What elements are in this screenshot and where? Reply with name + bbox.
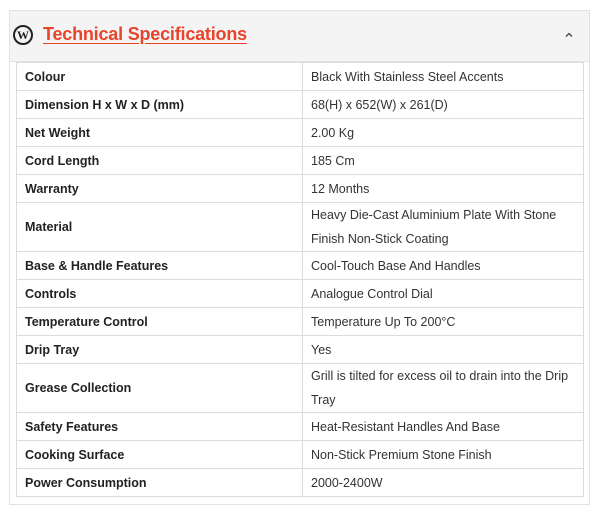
spec-label: Drip Tray <box>17 336 303 364</box>
specifications-panel: W Technical Specifications Colour Black … <box>9 10 590 505</box>
spec-value: 2.00 Kg <box>303 119 584 147</box>
spec-value: Grill is tilted for excess oil to drain … <box>303 364 584 413</box>
spec-value: Temperature Up To 200°C <box>303 308 584 336</box>
table-row: Cord Length 185 Cm <box>17 147 584 175</box>
spec-label: Temperature Control <box>17 308 303 336</box>
table-row: Warranty 12 Months <box>17 175 584 203</box>
spec-value: Heavy Die-Cast Aluminium Plate With Ston… <box>303 203 584 252</box>
spec-value: 68(H) x 652(W) x 261(D) <box>303 91 584 119</box>
brand-logo-icon: W <box>13 25 33 45</box>
spec-label: Safety Features <box>17 413 303 441</box>
chevron-up-icon[interactable] <box>563 29 575 41</box>
table-row: Grease Collection Grill is tilted for ex… <box>17 364 584 413</box>
spec-label: Warranty <box>17 175 303 203</box>
spec-label: Net Weight <box>17 119 303 147</box>
brand-logo-letter: W <box>17 29 29 41</box>
table-row: Temperature Control Temperature Up To 20… <box>17 308 584 336</box>
spec-value: 2000-2400W <box>303 469 584 497</box>
table-row: Base & Handle Features Cool-Touch Base A… <box>17 252 584 280</box>
section-title: Technical Specifications <box>43 24 247 45</box>
table-row: Cooking Surface Non-Stick Premium Stone … <box>17 441 584 469</box>
spec-value: Heat-Resistant Handles And Base <box>303 413 584 441</box>
table-row: Material Heavy Die-Cast Aluminium Plate … <box>17 203 584 252</box>
accordion-header[interactable]: W Technical Specifications <box>10 11 589 62</box>
spec-value: Cool-Touch Base And Handles <box>303 252 584 280</box>
table-row: Drip Tray Yes <box>17 336 584 364</box>
spec-label: Material <box>17 203 303 252</box>
spec-label: Power Consumption <box>17 469 303 497</box>
spec-value: 185 Cm <box>303 147 584 175</box>
spec-value: 12 Months <box>303 175 584 203</box>
table-row: Controls Analogue Control Dial <box>17 280 584 308</box>
spec-label: Controls <box>17 280 303 308</box>
spec-label: Colour <box>17 63 303 91</box>
table-row: Colour Black With Stainless Steel Accent… <box>17 63 584 91</box>
spec-label: Base & Handle Features <box>17 252 303 280</box>
table-row: Dimension H x W x D (mm) 68(H) x 652(W) … <box>17 91 584 119</box>
spec-label: Cooking Surface <box>17 441 303 469</box>
table-row: Power Consumption 2000-2400W <box>17 469 584 497</box>
spec-value: Non-Stick Premium Stone Finish <box>303 441 584 469</box>
table-row: Safety Features Heat-Resistant Handles A… <box>17 413 584 441</box>
spec-label: Grease Collection <box>17 364 303 413</box>
spec-value: Black With Stainless Steel Accents <box>303 63 584 91</box>
table-row: Net Weight 2.00 Kg <box>17 119 584 147</box>
specifications-table: Colour Black With Stainless Steel Accent… <box>16 62 584 497</box>
spec-label: Cord Length <box>17 147 303 175</box>
spec-label: Dimension H x W x D (mm) <box>17 91 303 119</box>
spec-value: Yes <box>303 336 584 364</box>
spec-value: Analogue Control Dial <box>303 280 584 308</box>
